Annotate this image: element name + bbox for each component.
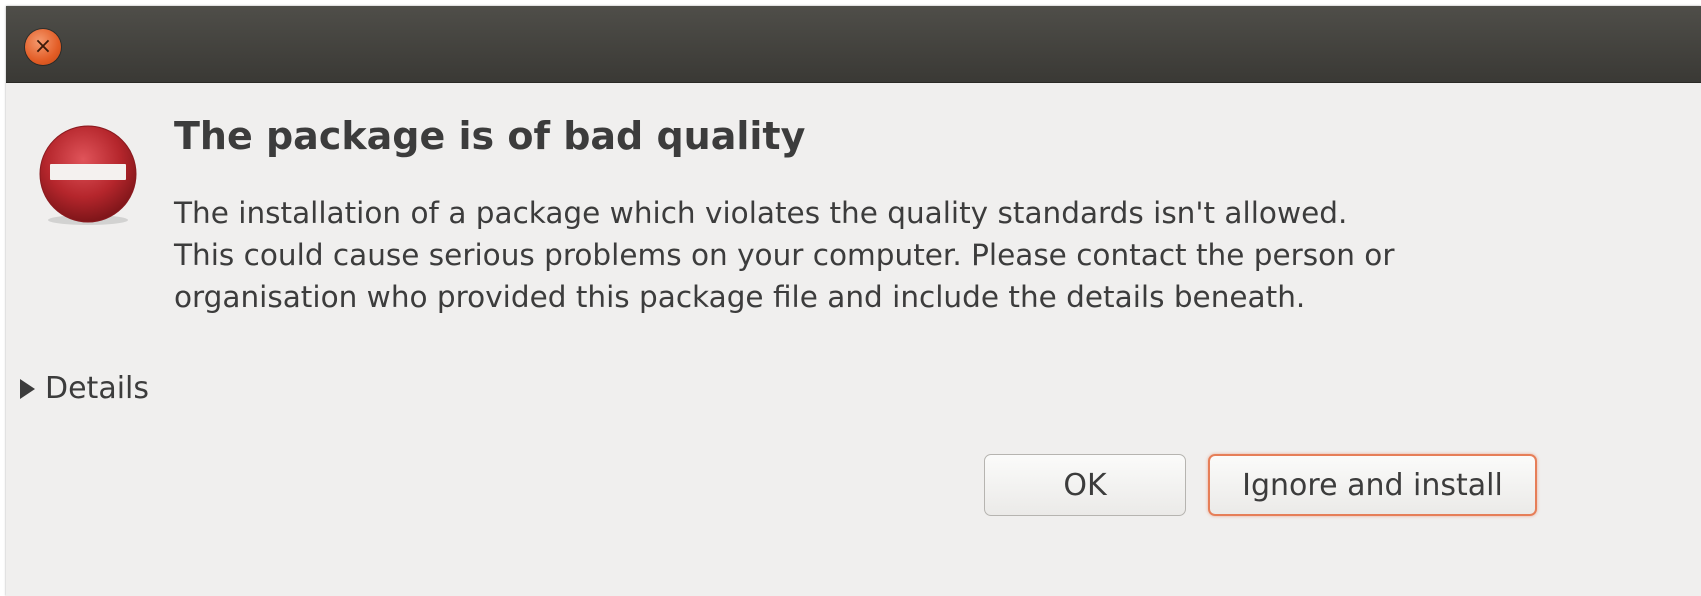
close-icon: × xyxy=(33,34,53,59)
details-label: Details xyxy=(45,370,150,406)
close-button[interactable]: × xyxy=(25,29,61,65)
message-line: The installation of a package which viol… xyxy=(174,196,1348,230)
details-expander[interactable]: Details xyxy=(20,366,149,410)
expander-arrow-icon xyxy=(20,379,35,399)
ignore-and-install-button[interactable]: Ignore and install xyxy=(1208,454,1537,516)
message-line: organisation who provided this package f… xyxy=(174,280,1306,314)
dialog-window: × The package is of bad quality The inst… xyxy=(6,6,1701,596)
titlebar: × xyxy=(6,6,1701,83)
error-icon xyxy=(39,125,137,225)
dialog-message: The installation of a package which viol… xyxy=(174,192,1654,318)
message-line: This could cause serious problems on you… xyxy=(174,238,1395,272)
dialog-heading: The package is of bad quality xyxy=(174,114,806,158)
ok-button[interactable]: OK xyxy=(984,454,1186,516)
